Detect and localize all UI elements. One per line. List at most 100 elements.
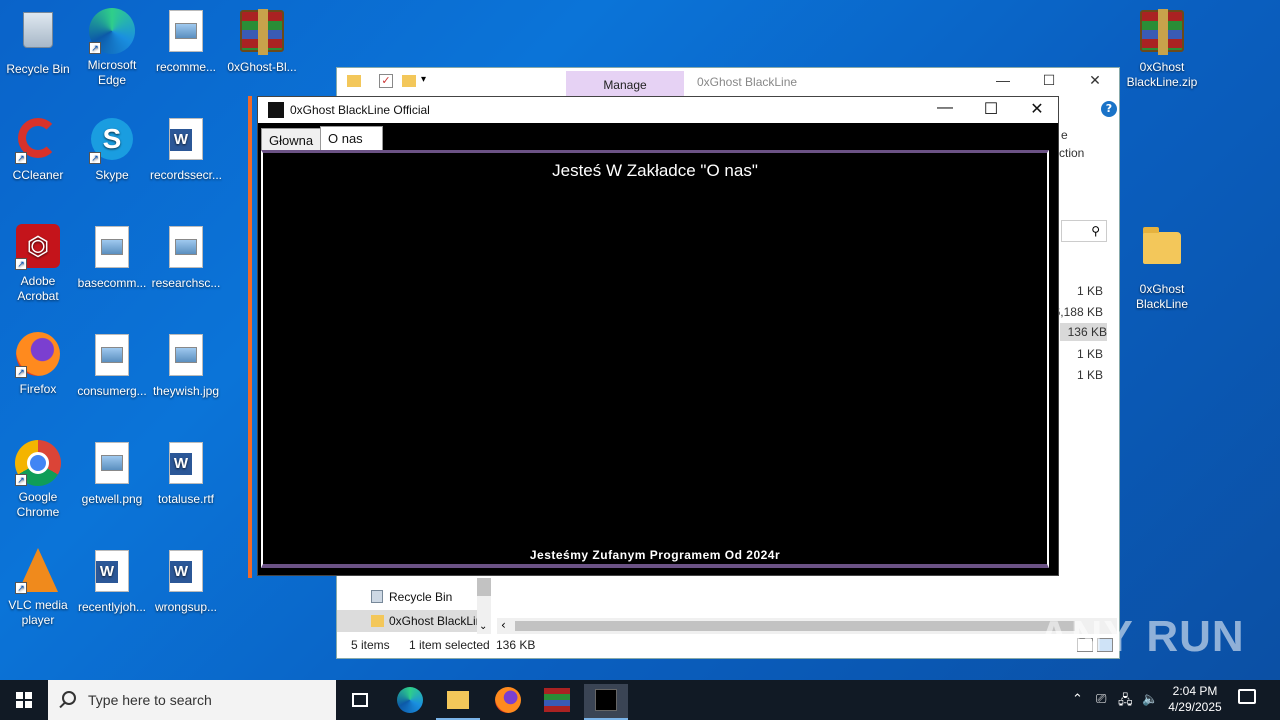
winrar-icon	[544, 688, 570, 712]
shortcut-arrow-icon: ↗	[15, 474, 27, 486]
minimize-button[interactable]: —	[922, 99, 968, 117]
desktop-icon-label: basecomm...	[77, 276, 147, 290]
taskbar-blackline-app[interactable]	[584, 684, 628, 720]
desktop-icon-consumerg[interactable]: consumerg...	[74, 332, 150, 399]
edge-icon: ↗	[89, 8, 135, 54]
winrar-archive-icon	[239, 9, 285, 56]
taskbar-firefox[interactable]	[486, 684, 530, 720]
maximize-button[interactable]: ☐	[1029, 72, 1069, 89]
taskbar-winrar[interactable]	[535, 684, 579, 720]
notification-icon[interactable]	[1238, 689, 1256, 704]
taskbar-edge[interactable]	[388, 684, 432, 720]
desktop-icon-0xghost-zip[interactable]: 0xGhost BlackLine.zip	[1124, 8, 1200, 90]
tab-manage[interactable]: Manage	[566, 71, 684, 96]
chevron-up-icon[interactable]: ⌃	[1072, 691, 1083, 720]
search-icon: ⚲	[1091, 224, 1100, 238]
minimize-button[interactable]: —	[983, 72, 1023, 88]
ccleaner-icon: ↗	[15, 118, 61, 164]
nav-item-0xghost-blackline[interactable]: 0xGhost BlackLine	[389, 614, 477, 628]
network-icon[interactable]: 🖧	[1118, 691, 1133, 720]
shortcut-arrow-icon: ↗	[15, 366, 27, 378]
desktop-icon-ccleaner[interactable]: ↗ CCleaner	[0, 116, 76, 183]
desktop-icon-vlc[interactable]: ↗ VLC media player	[0, 548, 76, 628]
nav-pane[interactable]: Recycle Bin 0xGhost BlackLine ⌄	[337, 578, 492, 634]
desktop-icon-label: Recycle Bin	[6, 62, 70, 76]
nav-scrollbar[interactable]: ⌄	[477, 578, 491, 634]
app-titlebar[interactable]: 0xGhost BlackLine Official — ☐ ✕	[258, 97, 1058, 123]
search-box[interactable]: ⚲	[1061, 220, 1107, 242]
desktop-icon-recomme[interactable]: recomme...	[148, 8, 224, 75]
status-selected: 1 item selected	[409, 638, 490, 652]
desktop-icon-label: Microsoft Edge	[87, 58, 137, 87]
maximize-button[interactable]: ☐	[968, 99, 1014, 119]
shortcut-arrow-icon: ↗	[89, 152, 101, 164]
desktop-icon-label: consumerg...	[77, 384, 147, 398]
start-button[interactable]	[0, 680, 48, 720]
desktop-icon-wrongsup[interactable]: W wrongsup...	[148, 548, 224, 615]
task-view-button[interactable]	[338, 684, 382, 720]
status-item-count: 5 items	[351, 638, 390, 652]
taskbar-file-explorer[interactable]	[436, 684, 480, 720]
desktop-icon-label: getwell.png	[81, 492, 143, 506]
desktop-icon-0xghost-folder[interactable]: 0xGhost BlackLine	[1124, 224, 1200, 312]
word-document-icon: W	[163, 442, 209, 488]
desktop-icon-label: researchsc...	[151, 276, 221, 290]
status-size: 136 KB	[496, 638, 536, 652]
search-icon	[62, 691, 76, 705]
folder-icon	[447, 691, 469, 709]
desktop-icon-basecomm[interactable]: basecomm...	[74, 224, 150, 291]
explorer-titlebar[interactable]: ✓ ▾ Manage 0xGhost BlackLine — ☐ ✕	[337, 68, 1119, 96]
desktop-icon-firefox[interactable]: ↗ Firefox	[0, 332, 76, 397]
taskbar-search-box[interactable]: Type here to search	[48, 680, 336, 720]
blackline-app-window[interactable]: 0xGhost BlackLine Official — ☐ ✕ Głowna …	[257, 96, 1059, 576]
desktop-icon-recentlyjoh[interactable]: W recentlyjoh...	[74, 548, 150, 615]
acrobat-icon: ⏣ ↗	[15, 224, 61, 270]
desktop-icon-google-chrome[interactable]: ↗ Google Chrome	[0, 440, 76, 520]
desktop-icon-skype[interactable]: S ↗ Skype	[74, 116, 150, 183]
desktop-icon-totaluse[interactable]: W totaluse.rtf	[148, 440, 224, 507]
scrollbar-thumb[interactable]	[515, 621, 1075, 631]
desktop-icon-label: totaluse.rtf	[157, 492, 215, 506]
close-button[interactable]: ✕	[1014, 99, 1060, 119]
taskbar: Type here to search ⌃ ⎚ 🖧 🔈 2:04 PM 4/29…	[0, 680, 1280, 720]
close-button[interactable]: ✕	[1075, 72, 1115, 89]
desktop-icon-0xghost-bl[interactable]: 0xGhost-Bl...	[222, 8, 302, 75]
shortcut-arrow-icon: ↗	[15, 152, 27, 164]
volume-icon[interactable]: 🔈	[1142, 691, 1158, 720]
app-title: 0xGhost BlackLine Official	[290, 103, 430, 117]
new-folder-icon[interactable]	[402, 75, 416, 87]
desktop-icon-adobe-acrobat[interactable]: ⏣ ↗ Adobe Acrobat	[0, 224, 76, 304]
shortcut-arrow-icon: ↗	[89, 42, 101, 54]
properties-icon[interactable]: ✓	[379, 74, 393, 88]
desktop-icon-recordssecr[interactable]: W recordssecr...	[148, 116, 224, 183]
chevron-down-icon[interactable]: ▾	[421, 74, 426, 85]
chevron-down-icon[interactable]: ⌄	[479, 621, 487, 632]
desktop-icon-microsoft-edge[interactable]: ↗ Microsoft Edge	[74, 8, 150, 88]
taskbar-clock[interactable]: 2:04 PM 4/29/2025	[1160, 683, 1230, 715]
file-size: 1 KB	[1076, 347, 1103, 361]
scrollbar-thumb[interactable]	[477, 578, 491, 596]
tab-o-nas[interactable]: O nas	[320, 126, 383, 153]
desktop-icon-label: recentlyjoh...	[77, 600, 147, 614]
desktop-icon-label: wrongsup...	[154, 600, 218, 614]
skype-icon: S ↗	[89, 118, 135, 164]
winrar-archive-icon	[1139, 9, 1185, 56]
file-size: 1 KB	[1076, 368, 1103, 382]
image-file-icon	[163, 334, 209, 380]
desktop-icon-getwell[interactable]: getwell.png	[74, 440, 150, 507]
nav-item-recycle-bin[interactable]: Recycle Bin	[389, 590, 452, 604]
desktop-icon-theywish[interactable]: theywish.jpg	[148, 332, 224, 399]
device-icon[interactable]: ⎚	[1096, 691, 1106, 720]
firefox-icon	[495, 687, 521, 713]
desktop-icon-researchsc[interactable]: researchsc...	[148, 224, 224, 291]
image-file-icon	[163, 226, 209, 272]
chevron-left-icon[interactable]: ‹	[501, 618, 506, 632]
desktop-icon-label: VLC media player	[8, 598, 68, 627]
help-icon[interactable]: ?	[1101, 101, 1117, 117]
shortcut-arrow-icon: ↗	[15, 258, 27, 270]
shortcut-arrow-icon: ↗	[15, 582, 27, 594]
desktop-icon-recycle-bin[interactable]: Recycle Bin	[0, 8, 76, 77]
image-file-icon	[89, 442, 135, 488]
recycle-bin-icon	[371, 590, 383, 603]
ribbon-partial: e ction	[1059, 128, 1121, 160]
